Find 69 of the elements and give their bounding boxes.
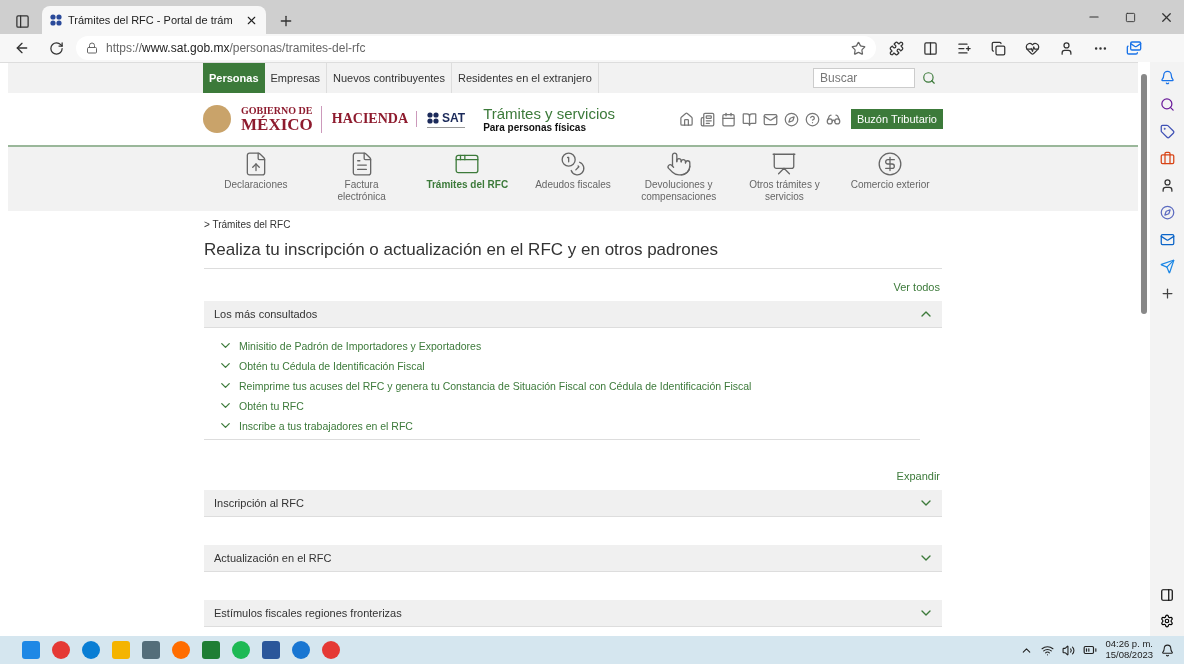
- site-icon: [50, 14, 62, 26]
- briefcase-icon[interactable]: [1159, 151, 1175, 166]
- shield-icon[interactable]: [292, 641, 310, 659]
- dollar-coin-icon: [877, 151, 904, 177]
- category-link[interactable]: Factura electrónica: [308, 147, 415, 211]
- tag-icon[interactable]: [1159, 124, 1175, 139]
- browser-tab[interactable]: Trámites del RFC - Portal de trám: [42, 6, 266, 34]
- battery-icon[interactable]: [1083, 643, 1098, 657]
- calendar-icon[interactable]: [720, 111, 736, 127]
- logo: GOBIERNO DE MÉXICO: [241, 105, 322, 133]
- section-title: Trámites y servicios: [483, 105, 616, 122]
- category-link[interactable]: Otros trámites y servicios: [731, 147, 838, 211]
- bell-icon[interactable]: [1159, 70, 1175, 85]
- procedure-link[interactable]: Inscribe a tus trabajadores en el RFC: [218, 418, 920, 433]
- procedure-link[interactable]: Minisitio de Padrón de Importadores y Exportadores: [218, 338, 920, 353]
- category-link[interactable]: Devoluciones y compensaciones: [625, 147, 732, 211]
- nav-tab[interactable]: Empresas: [264, 63, 328, 93]
- settings-icon[interactable]: [1160, 614, 1174, 628]
- page-heading: Realiza tu inscripción o actualización en el RFC y en otros padrones: [204, 240, 942, 269]
- category-link[interactable]: Trámites del RFC: [414, 147, 521, 211]
- browser-icon[interactable]: [52, 641, 70, 659]
- accordion-header[interactable]: Actualización en el RFC: [204, 545, 942, 572]
- expand-link[interactable]: Expandir: [896, 470, 940, 482]
- search-field[interactable]: Buscar: [813, 68, 915, 88]
- lock-icon: [86, 42, 98, 54]
- address-bar[interactable]: https://www.sat.gob.mx/personas/tramites-del-rfc: [76, 36, 876, 60]
- procedure-link[interactable]: Reimprime tus acuses del RFC y genera tu Constancia de Situación Fiscal con Cédula de Identificación Fiscal: [218, 378, 920, 393]
- home-icon[interactable]: [678, 111, 694, 127]
- mailbox-button[interactable]: Buzón Tributario: [850, 109, 943, 129]
- category-link[interactable]: Adeudos fiscales: [520, 147, 626, 211]
- help-icon[interactable]: [804, 111, 820, 127]
- seal-icon: [203, 105, 231, 133]
- person-icon[interactable]: [1159, 178, 1175, 193]
- nav-tab[interactable]: Personas: [203, 63, 265, 93]
- star-icon[interactable]: [851, 40, 866, 56]
- start-icon[interactable]: [22, 641, 40, 659]
- mail-icon[interactable]: [1159, 232, 1175, 247]
- category-link[interactable]: Comercio exterior: [837, 147, 943, 211]
- panel-icon[interactable]: [1160, 588, 1174, 602]
- accordion-header[interactable]: Estímulos fiscales regiones fronterizas: [204, 600, 942, 627]
- category-link[interactable]: Declaraciones: [203, 147, 309, 211]
- speaker-icon[interactable]: [1062, 643, 1076, 657]
- logo: SAT: [427, 110, 466, 128]
- logo: HACIENDA: [331, 111, 417, 127]
- accordion-header[interactable]: Inscripción al RFC: [204, 490, 942, 517]
- clock[interactable]: 04:26 p. m. 15/08/2023: [1105, 639, 1153, 661]
- book-icon[interactable]: [741, 111, 757, 127]
- accordion-header[interactable]: Los más consultados: [204, 301, 942, 328]
- procedure-link[interactable]: Obtén tu RFC: [218, 398, 920, 413]
- mail-icon[interactable]: [762, 111, 778, 127]
- chart-screen-icon: [771, 151, 798, 177]
- compass-icon[interactable]: [783, 111, 799, 127]
- search-icon[interactable]: [1159, 97, 1175, 112]
- send-icon[interactable]: [1159, 259, 1175, 274]
- breadcrumb[interactable]: > Trámites del RFC: [204, 219, 942, 230]
- circle-icon[interactable]: [1159, 205, 1175, 220]
- section-subtitle: Para personas físicas: [483, 122, 587, 133]
- newspaper-icon[interactable]: [699, 111, 715, 127]
- nav-tab[interactable]: Nuevos contribuyentes: [327, 63, 452, 93]
- wifi-icon[interactable]: [1041, 643, 1055, 657]
- browser-icon[interactable]: [322, 641, 340, 659]
- see-all-link[interactable]: Ver todos: [893, 281, 940, 293]
- procedure-link[interactable]: Obtén tu Cédula de Identificación Fiscal: [218, 358, 920, 373]
- browser-icon[interactable]: [82, 641, 100, 659]
- notification-icon[interactable]: [1161, 643, 1174, 657]
- coins-icon: [560, 151, 586, 177]
- pointer-hand-icon: [665, 151, 692, 177]
- add-icon[interactable]: [1159, 286, 1175, 301]
- nav-tab[interactable]: Residentes en el extranjero: [451, 63, 599, 93]
